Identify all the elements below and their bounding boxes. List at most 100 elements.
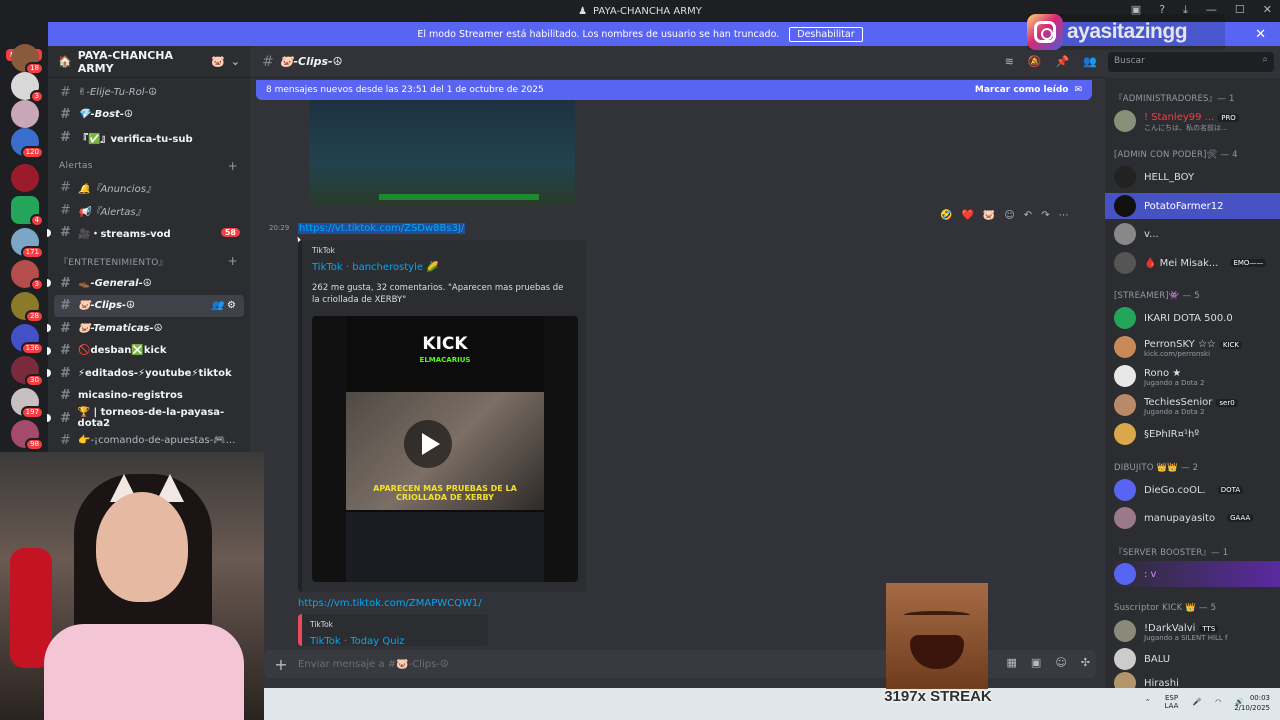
embed-author[interactable]: TikTok · bancherostyle 🌽 [312,262,439,273]
server-icon[interactable]: 18 [11,44,44,75]
server-icon[interactable]: 4 [11,196,44,227]
message-input[interactable] [298,658,798,670]
channel-item[interactable]: # 🐷-Tematicas-☮ [47,317,250,340]
channel-item[interactable]: # 🔔『Anuncios』 [48,177,250,200]
close-window-icon[interactable]: ✕ [1263,3,1272,17]
members-icon[interactable]: 👥 [1083,55,1097,68]
server-icon[interactable]: 30 [11,356,44,387]
play-icon[interactable] [404,420,452,468]
member-name: §EÞhIR¤¹hº [1144,428,1200,440]
threads-icon[interactable]: ≋ [1005,55,1014,68]
reaction-emoji[interactable]: ❤️ [961,210,973,221]
channel-item[interactable]: # 👞-General-☮ [47,272,250,295]
channel-item[interactable]: # 👉-¡comando-de-apuestas-🎮... [48,430,250,453]
server-icon[interactable]: 120 [11,128,44,159]
member-group-label: 『ADMINISTRADORES』— 1 [1114,94,1235,104]
member-name: HELL_BOY [1144,171,1195,183]
sticker-icon[interactable]: ▣ [1031,656,1041,669]
member-item[interactable]: !DarkValvi TTS Jugando a SILENT HILL f [1105,618,1280,644]
add-channel-icon[interactable]: + [228,159,238,173]
channel-label: 🐷-Tematicas-☮ [78,322,163,334]
server-icon[interactable]: 98 [11,420,44,451]
settings-icon[interactable]: 👥 ⚙ [211,300,236,311]
server-icon[interactable]: 171 [11,228,44,259]
message-link[interactable]: https://vt.tiktok.com/ZSDw8Bs3J/ [298,223,466,234]
add-reaction-icon[interactable]: ☺ [1004,210,1014,221]
pin-icon[interactable]: 📌 [1056,55,1070,68]
member-name: ! Stanley99 ... [1144,112,1215,123]
category-entretenimiento[interactable]: 『ENTRETENIMIENTO』 + [48,250,250,272]
mic-icon[interactable]: 🎤 [1192,698,1201,706]
mute-icon[interactable]: 🔕 [1028,55,1042,68]
disable-streamer-button[interactable]: Deshabilitar [789,26,863,42]
maximize-icon[interactable]: ☐ [1235,3,1245,17]
instagram-overlay: ayasitazingg [1027,14,1225,50]
member-item[interactable]: ! Stanley99 ... PRO こんにちは、私の名前は... [1105,108,1280,134]
server-icon[interactable]: 3 [11,72,44,103]
server-icon[interactable] [11,164,39,192]
server-icon[interactable]: 136 [11,324,44,355]
avatar [1114,479,1136,501]
channel-item[interactable]: # 📢『Alertas』 [48,199,250,222]
close-banner-icon[interactable]: ✕ [1255,27,1266,42]
member-item[interactable]: PotatoFarmer12 [1105,193,1280,219]
member-item[interactable]: 🩸 Mei Misak... EMO—— [1105,250,1280,276]
server-icon[interactable] [11,100,39,128]
message-link[interactable]: https://vm.tiktok.com/ZMAPWCQW1/ [298,598,482,609]
reply-icon[interactable]: ↶ [1024,210,1032,221]
channel-item[interactable]: # micasino-registros [48,385,250,408]
member-item[interactable]: IKARI DOTA 500.0 [1105,305,1280,331]
server-home-icon: 🏠 [58,55,72,68]
server-header[interactable]: 🏠 PAYA-CHANCHA ARMY 🐷 ⌄ [48,46,250,78]
avatar [1114,223,1136,245]
channel-item[interactable]: # 🚫desban❎kick [47,340,250,363]
add-channel-icon[interactable]: + [228,254,238,268]
mark-read-icon: ✉ [1074,85,1082,95]
new-messages-bar[interactable]: 8 mensajes nuevos desde las 23:51 del 1 … [256,80,1092,100]
channel-item[interactable]: # 🏆 | torneos-de-la-payasa-dota2 [47,407,250,430]
channel-label: ⚡editados-⚡youtube⚡tiktok [78,367,232,379]
server-icon[interactable]: 197 [11,388,44,419]
channel-item[interactable]: # ⚡editados-⚡youtube⚡tiktok [47,362,250,385]
channel-item[interactable]: # 🎥・streams-vod 58 [47,222,250,245]
gif-icon[interactable]: ▦ [1007,656,1017,669]
meme-mouth [910,635,964,669]
game-health-bar [379,194,539,200]
channel-item[interactable]: # ✌-Elije-Tu-Rol-☮ [48,81,250,104]
language-indicator[interactable]: ESP LAA [1165,694,1179,710]
member-item[interactable]: PerronSKY ☆☆ KICK kick.com/perronski [1105,334,1280,360]
embed-author[interactable]: TikTok · Today Quiz [310,636,405,646]
mark-as-read-button[interactable]: Marcar como leído [975,85,1069,95]
server-icon[interactable]: 28 [11,292,44,323]
channel-item[interactable]: # 💎-Bost-☮ [48,104,250,127]
attach-plus-icon[interactable]: + [264,655,298,674]
member-item[interactable]: v... [1105,221,1280,247]
channel-item-selected[interactable]: # 🐷-Clips-☮ 👥 ⚙ [54,294,244,317]
reaction-emoji[interactable]: 🐷 [983,210,995,221]
forward-icon[interactable]: ↷ [1041,210,1049,221]
clock[interactable]: 00:03 2/10/2025 [1234,693,1270,713]
channel-item[interactable]: # 『✅』verifica-tu-sub [48,126,250,149]
previous-embed-image[interactable] [309,100,575,206]
embed-video[interactable]: KICK ELMACARIUS APARECEN MAS PRUEBAS DE … [312,316,578,582]
member-item[interactable]: TechiesSenior ser0 Jugando a Dota 2 [1105,392,1280,418]
member-item[interactable]: Hirashi [1105,670,1280,688]
member-item[interactable]: §EÞhIR¤¹hº [1105,421,1280,447]
more-icon[interactable]: ⋯ [1059,210,1069,221]
member-item[interactable]: : v [1105,561,1280,587]
member-item[interactable]: DieGo.coOL. DOTA [1105,477,1280,503]
member-item[interactable]: manupayasito GAAA [1105,505,1280,531]
wifi-icon[interactable]: ◠ [1215,698,1221,706]
member-item[interactable]: BALU [1105,646,1280,672]
apps-icon[interactable]: ✣ [1081,656,1090,669]
category-alerts[interactable]: Alertas + [48,155,250,177]
member-group-label: [STREAMER]👾 — 5 [1114,291,1200,301]
member-name: v... [1144,228,1159,240]
member-item[interactable]: Rono ★ Jugando a Dota 2 [1105,363,1280,389]
search-input[interactable]: Buscar ⌕ [1108,52,1274,72]
tray-chevron-icon[interactable]: ⌃ [1145,698,1151,706]
reaction-emoji[interactable]: 🤣 [940,210,952,221]
emoji-icon[interactable]: ☺ [1055,656,1066,669]
member-item[interactable]: HELL_BOY [1105,164,1280,190]
server-icon[interactable]: 3 [11,260,44,291]
